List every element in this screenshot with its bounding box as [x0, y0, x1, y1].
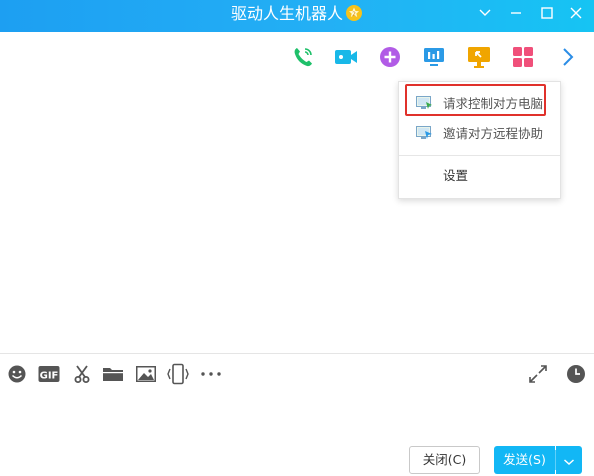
- apps-grid-icon[interactable]: [509, 43, 537, 71]
- image-icon[interactable]: [134, 362, 158, 386]
- gif-icon[interactable]: GIF: [37, 362, 61, 386]
- star-badge-icon: 2: [345, 4, 363, 22]
- request-control-icon: [416, 96, 433, 111]
- svg-text:2: 2: [352, 11, 356, 18]
- phone-call-icon[interactable]: [289, 43, 317, 71]
- input-divider: [0, 353, 594, 354]
- shake-icon[interactable]: [166, 362, 190, 386]
- history-clock-icon[interactable]: [564, 362, 588, 386]
- menu-item-settings[interactable]: 设置: [399, 161, 560, 191]
- input-toolbar: GIF: [0, 362, 594, 388]
- chevron-down-icon: [563, 451, 575, 470]
- message-input[interactable]: [0, 392, 594, 442]
- menu-item-invite-assist[interactable]: 邀请对方远程协助: [399, 119, 560, 149]
- screenshot-scissors-icon[interactable]: [70, 362, 94, 386]
- expand-icon[interactable]: [526, 362, 550, 386]
- menu-item-label: 邀请对方远程协助: [443, 126, 544, 141]
- remote-assist-menu: 请求控制对方电脑 邀请对方远程协助 设置: [398, 81, 561, 199]
- menu-item-label: 设置: [443, 168, 469, 183]
- more-icon[interactable]: [199, 362, 223, 386]
- window-title: 驱动人生机器人: [230, 4, 343, 23]
- send-button[interactable]: 发送(S): [494, 446, 555, 474]
- emoji-icon[interactable]: [5, 362, 29, 386]
- menu-item-request-control[interactable]: 请求控制对方电脑: [399, 89, 560, 119]
- close-icon[interactable]: [564, 3, 588, 23]
- minimize-icon[interactable]: [504, 3, 528, 23]
- maximize-icon[interactable]: [535, 3, 559, 23]
- chevron-right-icon[interactable]: [554, 43, 582, 71]
- menu-item-label: 请求控制对方电脑: [443, 96, 544, 111]
- close-button[interactable]: 关闭(C): [409, 446, 480, 474]
- chevron-down-icon[interactable]: [473, 3, 497, 23]
- gif-label: GIF: [40, 371, 59, 382]
- menu-divider: [399, 155, 560, 156]
- screen-share-icon[interactable]: [420, 43, 448, 71]
- folder-icon[interactable]: [101, 362, 125, 386]
- send-options-button[interactable]: [556, 446, 582, 474]
- video-call-icon[interactable]: [332, 43, 360, 71]
- chat-toolbar: [0, 43, 594, 73]
- remote-assist-icon[interactable]: [465, 43, 493, 71]
- invite-assist-icon: [416, 126, 433, 141]
- title-bar: 驱动人生机器人 2: [0, 0, 594, 32]
- add-circle-icon[interactable]: [376, 43, 404, 71]
